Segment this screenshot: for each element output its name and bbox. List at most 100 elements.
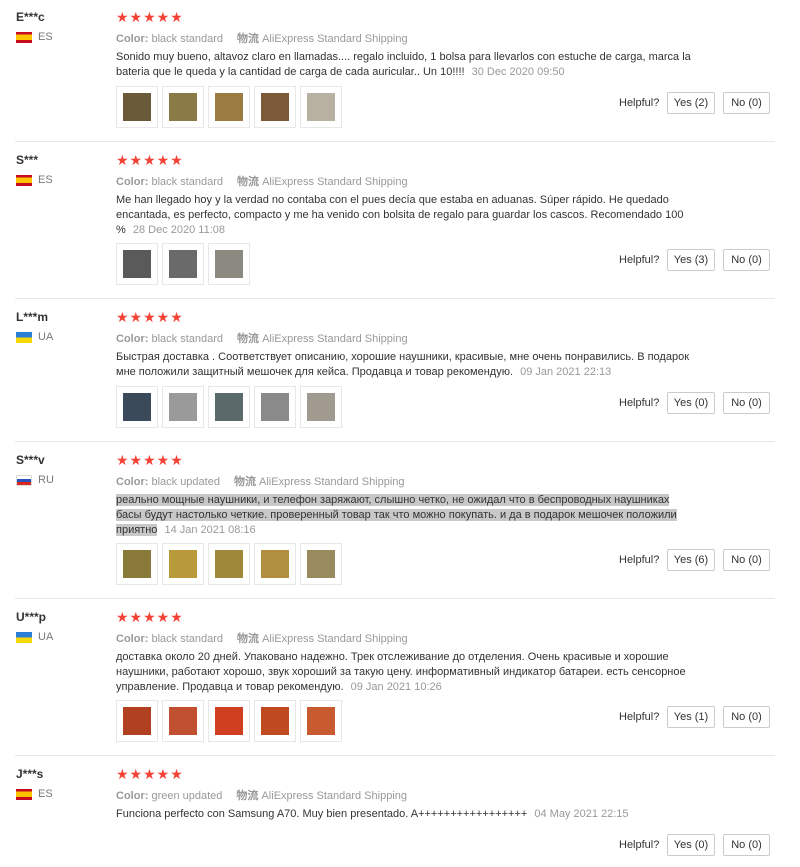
review-photo-thumbnail[interactable]	[300, 700, 342, 742]
review-divider	[15, 141, 775, 142]
review-photo-thumbnail[interactable]	[116, 543, 158, 585]
review-photos	[116, 386, 346, 428]
helpful-yes-button[interactable]: Yes (0)	[667, 834, 715, 856]
helpful-no-button[interactable]: No (0)	[723, 706, 770, 728]
review-date: 04 May 2021 22:15	[534, 808, 629, 820]
country-code: UA	[38, 331, 54, 343]
shipping-label: 物流	[237, 633, 259, 645]
review-text: Funciona perfecto con Samsung A70. Muy b…	[116, 807, 696, 822]
review-text: доставка около 20 дней. Упаковано надежн…	[116, 650, 696, 695]
shipping-value: AliExpress Standard Shipping	[262, 333, 408, 345]
helpful-yes-button[interactable]: Yes (0)	[667, 392, 715, 414]
review-photo-thumbnail[interactable]	[208, 243, 250, 285]
country-flag-icon	[16, 31, 32, 43]
country-code: UA	[38, 631, 54, 643]
color-label: Color:	[116, 33, 149, 45]
review-photo-thumbnail[interactable]	[208, 86, 250, 128]
review-divider	[15, 441, 775, 442]
review-photo-thumbnail[interactable]	[300, 386, 342, 428]
shipping-label: 物流	[237, 333, 259, 345]
reviewer-country: ES	[16, 788, 53, 800]
review-date: 14 Jan 2021 08:16	[164, 524, 256, 536]
shipping-value: AliExpress Standard Shipping	[262, 33, 408, 45]
color-label: Color:	[116, 333, 149, 345]
review-photo-thumbnail[interactable]	[254, 543, 296, 585]
helpful-yes-button[interactable]: Yes (6)	[667, 549, 715, 571]
country-flag-icon	[16, 474, 32, 486]
review-photo-thumbnail[interactable]	[254, 700, 296, 742]
reviewer-name: S***v	[16, 453, 45, 467]
color-label: Color:	[116, 476, 149, 488]
review-date: 28 Dec 2020 11:08	[132, 224, 225, 236]
review-meta: Color: black standard 物流 AliExpress Stand…	[116, 330, 408, 346]
reviewer-country: RU	[16, 474, 54, 486]
color-value: black standard	[151, 333, 223, 345]
review-date: 30 Dec 2020 09:50	[471, 66, 565, 78]
helpful-label: Helpful?	[619, 839, 660, 851]
review-photo-thumbnail[interactable]	[116, 243, 158, 285]
color-value: black standard	[151, 33, 223, 45]
helpful-yes-button[interactable]: Yes (1)	[667, 706, 715, 728]
color-value: green updated	[151, 790, 223, 802]
helpful-yes-button[interactable]: Yes (2)	[667, 92, 715, 114]
reviewer-name: E***c	[16, 10, 45, 24]
helpful-label: Helpful?	[619, 397, 660, 409]
review-date: 09 Jan 2021 22:13	[520, 366, 612, 378]
review-photos	[116, 543, 346, 585]
review-photo-thumbnail[interactable]	[116, 386, 158, 428]
color-label: Color:	[116, 633, 149, 645]
star-rating: ★★★★★	[116, 766, 184, 782]
shipping-value: AliExpress Standard Shipping	[262, 633, 408, 645]
star-rating: ★★★★★	[116, 152, 184, 168]
review-photo-thumbnail[interactable]	[300, 543, 342, 585]
shipping-label: 物流	[236, 790, 259, 802]
review-photo-thumbnail[interactable]	[162, 700, 204, 742]
reviewer-name: U***p	[16, 610, 47, 624]
review-photo-thumbnail[interactable]	[116, 700, 158, 742]
review-photo-thumbnail[interactable]	[300, 86, 342, 128]
review-meta: Color: black updated 物流 AliExpress Standa…	[116, 473, 405, 489]
country-code: ES	[38, 31, 53, 43]
review-photo-thumbnail[interactable]	[162, 86, 204, 128]
reviewer-name: S***	[16, 153, 39, 167]
helpful-label: Helpful?	[619, 711, 660, 723]
helpful-label: Helpful?	[619, 254, 660, 266]
helpful-no-button[interactable]: No (0)	[723, 392, 770, 414]
review-photo-thumbnail[interactable]	[254, 386, 296, 428]
country-flag-icon	[16, 331, 32, 343]
helpful-no-button[interactable]: No (0)	[723, 92, 770, 114]
helpful-no-button[interactable]: No (0)	[723, 249, 770, 271]
review-photos	[116, 243, 254, 285]
review-photo-thumbnail[interactable]	[162, 543, 204, 585]
review-text: Быстрая доставка . Соответствует описани…	[116, 350, 696, 380]
review-photo-thumbnail[interactable]	[162, 243, 204, 285]
shipping-label: 物流	[237, 33, 259, 45]
shipping-label: 物流	[237, 176, 259, 188]
star-rating: ★★★★★	[116, 609, 184, 625]
review-date: 09 Jan 2021 10:26	[350, 681, 442, 693]
country-code: ES	[38, 174, 53, 186]
shipping-label: 物流	[233, 476, 256, 488]
shipping-value: AliExpress Standard Shipping	[262, 176, 408, 188]
helpful-label: Helpful?	[619, 554, 660, 566]
review-text: Sonido muy bueno, altavoz claro en llama…	[116, 50, 696, 80]
review-photo-thumbnail[interactable]	[116, 86, 158, 128]
reviewer-country: UA	[16, 631, 53, 643]
review-meta: Color: green updated 物流 AliExpress Standa…	[116, 787, 407, 803]
color-label: Color:	[116, 790, 149, 802]
review-text: реально мощные наушники, и телефон заряж…	[116, 493, 696, 538]
review-photo-thumbnail[interactable]	[208, 543, 250, 585]
helpful-no-button[interactable]: No (0)	[723, 834, 770, 856]
review-photo-thumbnail[interactable]	[208, 386, 250, 428]
helpful-no-button[interactable]: No (0)	[723, 549, 770, 571]
helpful-label: Helpful?	[619, 97, 660, 109]
helpful-yes-button[interactable]: Yes (3)	[667, 249, 715, 271]
review-photo-thumbnail[interactable]	[162, 386, 204, 428]
reviewer-country: UA	[16, 331, 53, 343]
review-photo-thumbnail[interactable]	[208, 700, 250, 742]
review-photo-thumbnail[interactable]	[254, 86, 296, 128]
color-value: black updated	[151, 476, 220, 488]
country-flag-icon	[16, 631, 32, 643]
color-value: black standard	[151, 633, 223, 645]
review-meta: Color: black standard 物流 AliExpress Stand…	[116, 173, 408, 189]
